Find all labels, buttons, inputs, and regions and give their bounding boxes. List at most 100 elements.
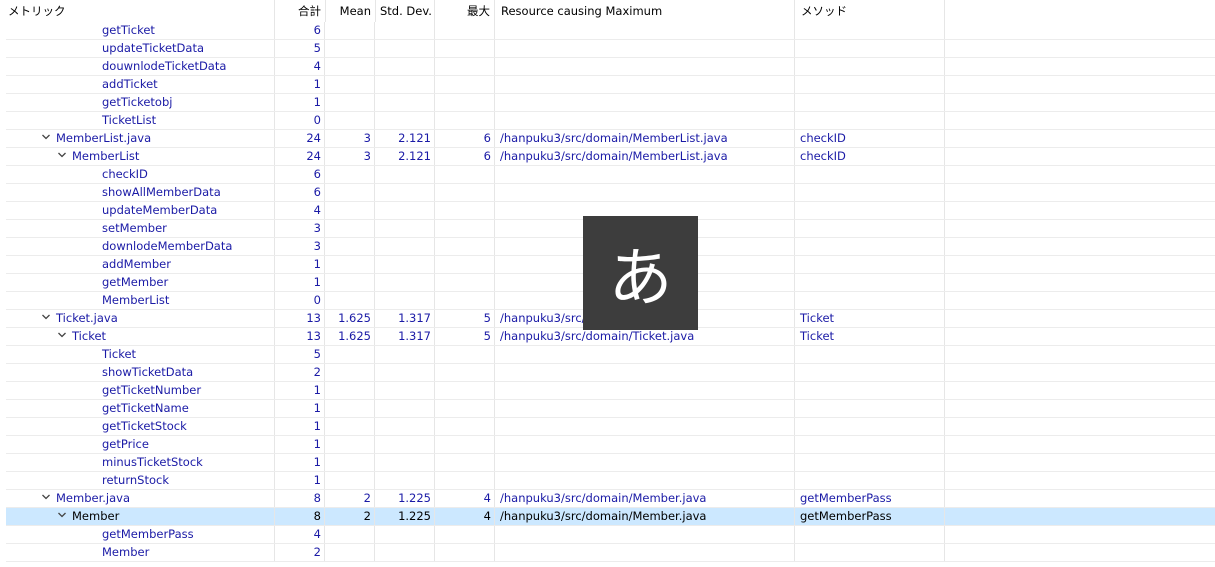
metric-name-cell[interactable]: showAllMemberData (6, 184, 275, 201)
cell-max: 4 (435, 508, 495, 525)
table-row[interactable]: getTicketNumber 1 (6, 382, 1215, 400)
column-header-max[interactable]: 最大 (435, 0, 494, 22)
cell-max (435, 112, 495, 129)
metric-name-cell[interactable]: MemberList (6, 292, 275, 309)
table-row[interactable]: returnStock 1 (6, 472, 1215, 490)
metric-name-label: getTicketStock (102, 419, 187, 433)
cell-method (795, 166, 945, 183)
metric-name-cell[interactable]: downlodeMemberData (6, 238, 275, 255)
table-row[interactable]: updateTicketData 5 (6, 40, 1215, 58)
metric-name-cell[interactable]: getTicket (6, 22, 275, 39)
table-row[interactable]: showTicketData 2 (6, 364, 1215, 382)
cell-method (795, 274, 945, 291)
metric-name-cell[interactable]: getTicketobj (6, 94, 275, 111)
column-header-resource[interactable]: Resource causing Maximum (497, 0, 794, 22)
metric-name-cell[interactable]: showTicketData (6, 364, 275, 381)
metric-name-cell[interactable]: MemberList (6, 148, 275, 165)
metric-name-cell[interactable]: getMember (6, 274, 275, 291)
metric-name-cell[interactable]: Member.java (6, 490, 275, 507)
cell-res (495, 418, 795, 435)
table-row[interactable]: minusTicketStock 1 (6, 454, 1215, 472)
column-header-stddev[interactable]: Std. Dev. (376, 0, 434, 22)
metric-name-cell[interactable]: getMemberPass (6, 526, 275, 543)
cell-std: 1.225 (375, 508, 435, 525)
cell-std (375, 472, 435, 489)
column-header-method[interactable]: メソッド (797, 0, 944, 22)
cell-max (435, 40, 495, 57)
cell-total: 1 (275, 418, 325, 435)
metric-name-cell[interactable]: Ticket (6, 328, 275, 345)
chevron-down-icon[interactable] (56, 329, 68, 341)
cell-mean: 1.625 (325, 310, 375, 327)
metric-name-cell[interactable]: getPrice (6, 436, 275, 453)
cell-max (435, 202, 495, 219)
metric-name-cell[interactable]: checkID (6, 166, 275, 183)
chevron-down-icon[interactable] (40, 491, 52, 503)
metric-name-cell[interactable]: TicketList (6, 112, 275, 129)
metric-name-cell[interactable]: updateMemberData (6, 202, 275, 219)
table-row[interactable]: getTicketStock 1 (6, 418, 1215, 436)
table-row[interactable]: addTicket 1 (6, 76, 1215, 94)
cell-total: 5 (275, 346, 325, 363)
cell-total: 4 (275, 202, 325, 219)
table-row[interactable]: getMemberPass 4 (6, 526, 1215, 544)
cell-method (795, 346, 945, 363)
metric-name-cell[interactable]: douwnlodeTicketData (6, 58, 275, 75)
metric-name-cell[interactable]: addMember (6, 256, 275, 273)
metric-name-label: Member (72, 509, 120, 523)
cell-res (495, 76, 795, 93)
metric-name-cell[interactable]: getTicketNumber (6, 382, 275, 399)
metric-name-cell[interactable]: getTicketName (6, 400, 275, 417)
cell-max (435, 94, 495, 111)
chevron-down-icon[interactable] (40, 131, 52, 143)
column-header-metric[interactable]: メトリック (4, 0, 274, 22)
chevron-down-icon[interactable] (56, 149, 68, 161)
table-row[interactable]: MemberList 24 3 2.121 6/hanpuku3/src/domain/… (6, 148, 1215, 166)
cell-std: 1.317 (375, 310, 435, 327)
cell-std (375, 400, 435, 417)
column-header-total[interactable]: 合計 (275, 0, 325, 22)
metric-name-label: setMember (102, 221, 167, 235)
table-row[interactable]: getTicketobj 1 (6, 94, 1215, 112)
metric-name-cell[interactable]: minusTicketStock (6, 454, 275, 471)
cell-std (375, 220, 435, 237)
table-row[interactable]: MemberList.java 24 3 2.121 6/hanpuku3/src/do… (6, 130, 1215, 148)
metric-name-cell[interactable]: Ticket.java (6, 310, 275, 327)
metric-name-cell[interactable]: returnStock (6, 472, 275, 489)
metric-name-label: Member.java (56, 491, 130, 505)
table-row[interactable]: TicketList 0 (6, 112, 1215, 130)
metric-name-cell[interactable]: updateTicketData (6, 40, 275, 57)
table-row[interactable]: getTicket 6 (6, 22, 1215, 40)
chevron-down-icon[interactable] (56, 509, 68, 521)
table-row[interactable]: douwnlodeTicketData 4 (6, 58, 1215, 76)
metric-name-cell[interactable]: Member (6, 508, 275, 525)
cell-max (435, 526, 495, 543)
column-header-mean[interactable]: Mean (326, 0, 375, 22)
table-header: メトリック 合計 Mean Std. Dev. 最大 Resource caus… (0, 0, 1215, 22)
metric-name-cell[interactable]: Member (6, 544, 275, 561)
table-row[interactable]: getPrice 1 (6, 436, 1215, 454)
table-row[interactable]: showAllMemberData 6 (6, 184, 1215, 202)
table-row[interactable]: getTicketName 1 (6, 400, 1215, 418)
table-row[interactable]: checkID 6 (6, 166, 1215, 184)
metric-name-cell[interactable]: MemberList.java (6, 130, 275, 147)
cell-mean (325, 76, 375, 93)
cell-std (375, 346, 435, 363)
table-row[interactable]: Member 2 (6, 544, 1215, 562)
cell-mean (325, 94, 375, 111)
table-row[interactable]: Ticket 13 1.625 1.317 5/hanpuku3/src/domain/… (6, 328, 1215, 346)
metric-name-cell[interactable]: Ticket (6, 346, 275, 363)
cell-res (495, 112, 795, 129)
table-row[interactable]: Member.java 8 2 1.225 4/hanpuku3/src/domain/… (6, 490, 1215, 508)
metric-name-cell[interactable]: getTicketStock (6, 418, 275, 435)
table-row[interactable]: Member 8 2 1.225 4/hanpuku3/src/domain/Membe… (6, 508, 1215, 526)
cell-max (435, 364, 495, 381)
chevron-down-icon[interactable] (40, 311, 52, 323)
metric-name-cell[interactable]: setMember (6, 220, 275, 237)
table-row[interactable]: Ticket 5 (6, 346, 1215, 364)
metric-name-label: Ticket (102, 347, 137, 361)
metric-name-cell[interactable]: addTicket (6, 76, 275, 93)
cell-max (435, 454, 495, 471)
cell-std (375, 112, 435, 129)
metric-name-label: Ticket.java (56, 311, 118, 325)
